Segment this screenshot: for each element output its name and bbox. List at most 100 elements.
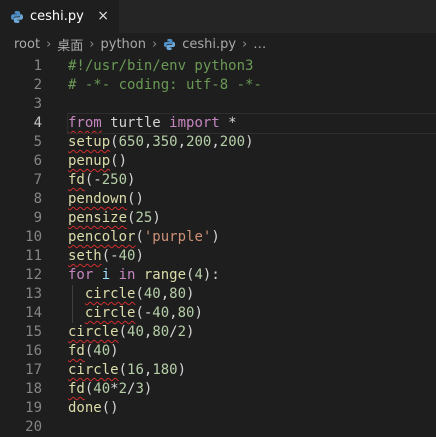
code-line[interactable]: 20 (0, 418, 436, 437)
breadcrumb-item-python[interactable]: python (101, 37, 146, 52)
python-icon (163, 38, 176, 51)
code-token: ( (110, 134, 119, 150)
breadcrumb-item-desktop[interactable]: 桌面 (57, 35, 83, 54)
code-token: 40 (152, 305, 170, 321)
code-token: ) (245, 134, 254, 150)
code-text: #!/usr/bin/env python3 (68, 57, 436, 76)
code-token: ) (177, 362, 187, 378)
line-number: 6 (33, 153, 42, 169)
line-number: 15 (25, 324, 42, 340)
code-token: 3 (135, 381, 144, 397)
code-line[interactable]: 13 circle(40,80) (0, 285, 436, 304)
code-token: () (127, 191, 144, 207)
line-number: 16 (25, 343, 42, 359)
code-token: 200 (186, 134, 212, 150)
chevron-right-icon: › (46, 36, 52, 52)
code-token: ) (110, 343, 119, 359)
code-token: ) (152, 210, 161, 226)
code-line[interactable]: 6 penup() (0, 152, 436, 171)
code-line[interactable]: 15 circle(40,80/2) (0, 323, 436, 342)
code-token: fd (68, 172, 85, 188)
code-token: circle (68, 324, 119, 340)
code-token: fd (68, 381, 85, 397)
code-line[interactable]: 11 seth(-40) (0, 247, 436, 266)
line-number: 12 (25, 267, 42, 283)
code-token: ) (135, 248, 144, 264)
code-token: done (68, 400, 102, 416)
code-token: , (160, 286, 170, 302)
code-text: done() (68, 399, 436, 418)
line-number: 13 (25, 286, 42, 302)
code-text: pensize(25) (68, 209, 436, 228)
code-token: (- (135, 305, 153, 321)
code-line[interactable]: 4 from turtle import * (0, 113, 436, 134)
breadcrumb-item-file[interactable]: ceshi.py (163, 37, 236, 52)
breadcrumb-item-root[interactable]: root (14, 37, 40, 52)
code-token: ) (143, 381, 153, 397)
close-icon[interactable]: × (97, 8, 109, 24)
breadcrumb-ellipsis[interactable]: … (253, 37, 266, 52)
code-token: * (219, 115, 237, 131)
code-token: 250 (101, 172, 128, 188)
code-token: () (110, 153, 128, 169)
line-number: 18 (25, 381, 42, 397)
code-token: 40 (93, 343, 111, 359)
code-token: 350 (152, 134, 178, 150)
code-line[interactable]: 5 setup(650,350,200,200) (0, 133, 436, 152)
code-token: pendown (68, 191, 128, 207)
code-line[interactable]: 10 pencolor('purple') (0, 228, 436, 247)
code-token: ( (118, 362, 128, 378)
tab-ceshi-py[interactable]: ceshi.py × (0, 0, 119, 33)
code-token: 80 (152, 324, 170, 340)
code-token: in (118, 267, 136, 283)
code-token: ) (211, 229, 220, 245)
code-token: pensize (68, 210, 128, 226)
code-token: 40 (143, 286, 161, 302)
code-line[interactable]: 12 for i in range(4): (0, 266, 436, 285)
code-line[interactable]: 14 circle(-40,80) (0, 304, 436, 323)
code-line[interactable]: 7 fd(-250) (0, 171, 436, 190)
code-token: import (169, 115, 220, 131)
code-token: ) (186, 324, 195, 340)
line-number: 7 (33, 172, 42, 188)
code-token: / (169, 324, 178, 340)
code-token: fd (68, 343, 85, 359)
line-number: 1 (33, 58, 42, 74)
code-line[interactable]: 17 circle(16,180) (0, 361, 436, 380)
code-line[interactable]: 19 done() (0, 399, 436, 418)
code-token: ): (202, 267, 220, 283)
code-token: , (211, 134, 220, 150)
code-token: ) (127, 172, 136, 188)
code-text: fd(40*2/3) (68, 380, 436, 399)
tab-label: ceshi.py (30, 9, 84, 24)
code-line[interactable]: 2 # -*- coding: utf-8 -*- (0, 76, 436, 95)
code-text: pencolor('purple') (68, 228, 436, 247)
code-token: ( (118, 324, 128, 340)
code-line[interactable]: 3 (0, 95, 436, 114)
code-line[interactable]: 18 fd(40*2/3) (0, 380, 436, 399)
line-number: 9 (33, 210, 42, 226)
code-text: circle(40,80/2) (68, 323, 436, 342)
code-line[interactable]: 9 pensize(25) (0, 209, 436, 228)
code-token: i (93, 267, 119, 283)
code-editor[interactable]: 1 #!/usr/bin/env python3 2 # -*- coding: ut… (0, 55, 436, 435)
line-number: 14 (25, 305, 42, 321)
code-token: 180 (152, 362, 178, 378)
code-line[interactable]: 8 pendown() (0, 190, 436, 209)
code-text: setup(650,350,200,200) (68, 133, 436, 152)
code-token: seth (68, 248, 102, 264)
breadcrumb-file-label: ceshi.py (182, 36, 237, 52)
code-line[interactable]: 16 fd(40) (0, 342, 436, 361)
code-token: from (68, 115, 102, 131)
code-token: 80 (169, 286, 187, 302)
code-token: # -*- coding: utf-8 -*- (68, 77, 262, 93)
code-token: 2 (118, 381, 128, 397)
code-line[interactable]: 1 #!/usr/bin/env python3 (0, 57, 436, 76)
code-token: ) (186, 286, 195, 302)
code-token: for (68, 267, 94, 283)
code-token: 40 (93, 381, 111, 397)
indent-guide (72, 285, 73, 323)
code-token: 2 (177, 324, 187, 340)
code-token: ( (135, 286, 144, 302)
